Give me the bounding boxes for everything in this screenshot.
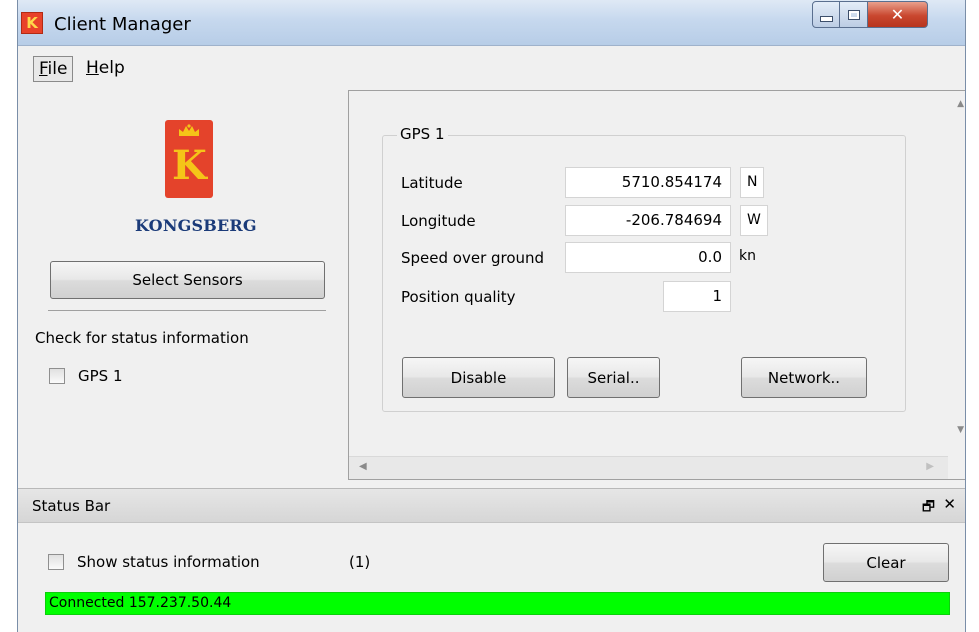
brand-name: KONGSBERG	[135, 216, 257, 235]
close-button[interactable]: ✕	[868, 1, 928, 28]
status-count: (1)	[349, 553, 371, 571]
crown-icon	[179, 124, 199, 136]
longitude-label: Longitude	[401, 212, 476, 230]
status-bar-dock: Status Bar 🗗 ✕ Show status information (…	[18, 488, 965, 632]
scroll-left-icon[interactable]: ◀	[359, 461, 367, 472]
maximize-button[interactable]	[840, 1, 868, 28]
horizontal-scrollbar[interactable]: ◀ ▶	[349, 456, 948, 479]
latitude-label: Latitude	[401, 174, 463, 192]
connection-status-text: Connected 157.237.50.44	[49, 595, 232, 611]
gps1-status-checkbox[interactable]	[49, 368, 65, 384]
divider	[48, 310, 326, 311]
group-title: GPS 1	[397, 125, 448, 143]
dock-header[interactable]: Status Bar 🗗 ✕	[18, 488, 965, 523]
float-icon[interactable]: 🗗	[922, 496, 935, 520]
select-sensors-button[interactable]: Select Sensors	[50, 261, 325, 299]
window-title: Client Manager	[54, 14, 191, 35]
speed-over-ground-field[interactable]: 0.0	[565, 242, 731, 273]
maximize-icon	[847, 9, 860, 20]
latitude-field[interactable]: 5710.854174	[565, 167, 731, 198]
position-quality-label: Position quality	[401, 288, 516, 306]
gps1-checkbox-label[interactable]: GPS 1	[78, 367, 123, 385]
disable-button[interactable]: Disable	[402, 357, 555, 398]
clear-button[interactable]: Clear	[823, 543, 949, 582]
kongsberg-logo: K	[165, 120, 213, 198]
menu-bar: File Help	[18, 50, 965, 88]
dock-title: Status Bar	[32, 497, 111, 515]
network-button[interactable]: Network..	[741, 357, 867, 398]
longitude-hemisphere: W	[740, 205, 768, 236]
longitude-field[interactable]: -206.784694	[565, 205, 731, 236]
gps1-group: GPS 1 Latitude 5710.854174 N Longitude -…	[382, 125, 906, 412]
position-quality-field[interactable]: 1	[663, 281, 731, 312]
scroll-right-icon[interactable]: ▶	[926, 461, 934, 472]
speed-over-ground-label: Speed over ground	[401, 249, 545, 267]
close-icon: ✕	[890, 5, 905, 24]
connection-status-bar: Connected 157.237.50.44	[45, 592, 950, 615]
vertical-scrollbar[interactable]: ▲ ▼	[949, 91, 965, 479]
show-status-label[interactable]: Show status information	[77, 553, 260, 571]
minimize-icon	[819, 16, 833, 22]
title-bar[interactable]: K Client Manager ✕	[18, 0, 965, 46]
speed-unit: kn	[739, 248, 756, 264]
app-icon[interactable]: K	[21, 12, 43, 34]
close-icon[interactable]: ✕	[943, 495, 956, 513]
status-check-label: Check for status information	[35, 329, 249, 347]
menu-help[interactable]: Help	[81, 56, 130, 82]
minimize-button[interactable]	[812, 1, 840, 28]
client-manager-window: K Client Manager ✕ File Help K KONGSBERG…	[17, 0, 966, 632]
latitude-hemisphere: N	[740, 167, 765, 198]
show-status-checkbox[interactable]	[48, 554, 64, 570]
left-panel: K KONGSBERG Select Sensors Check for sta…	[18, 88, 348, 488]
menu-file[interactable]: File	[33, 56, 74, 82]
scroll-up-icon[interactable]: ▲	[957, 99, 964, 109]
crest-icon: K	[172, 142, 207, 189]
scroll-down-icon[interactable]: ▼	[957, 425, 964, 435]
sensor-scroll-area: GPS 1 Latitude 5710.854174 N Longitude -…	[348, 90, 965, 480]
serial-button[interactable]: Serial..	[567, 357, 660, 398]
